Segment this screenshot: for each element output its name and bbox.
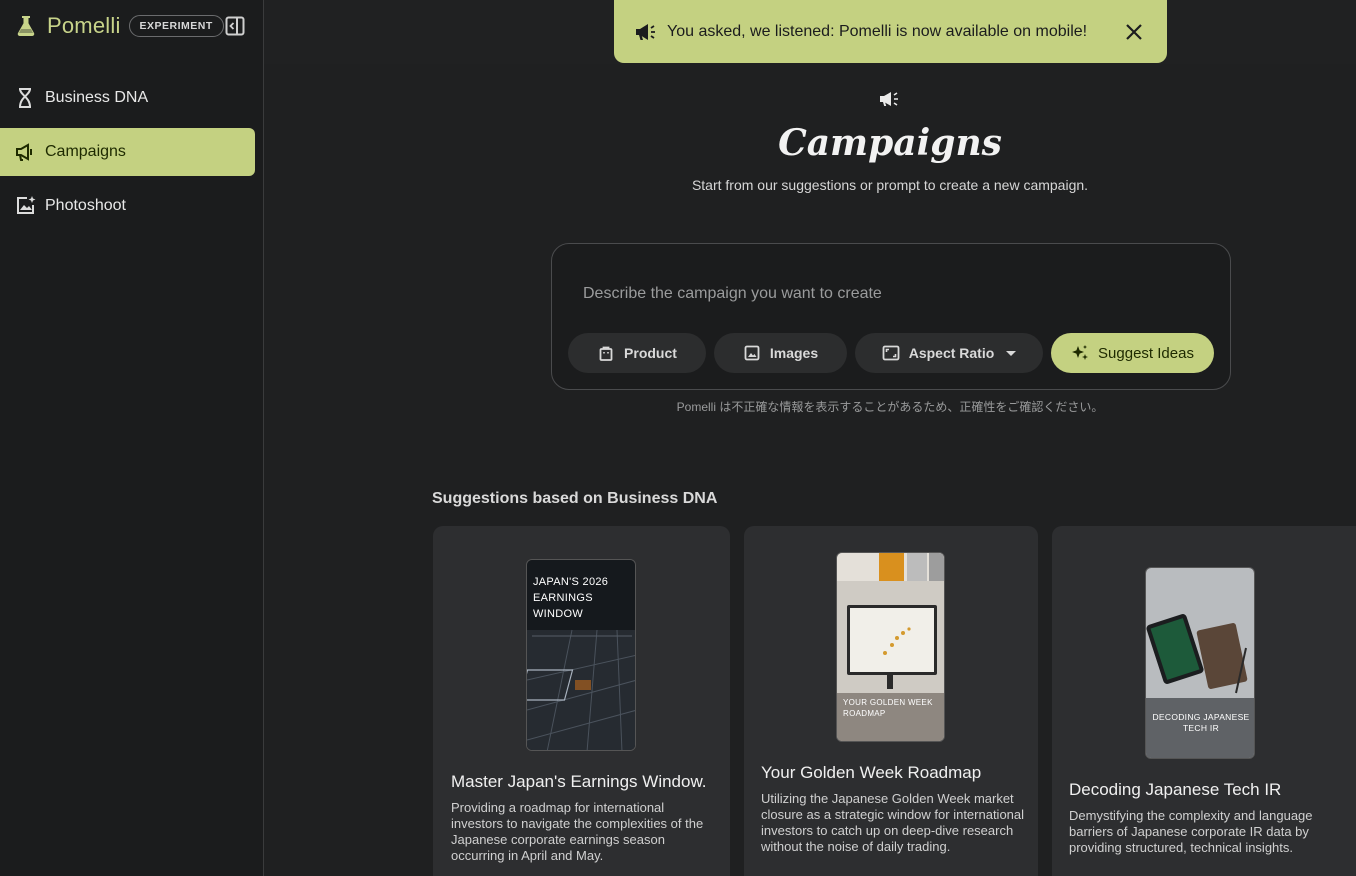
aspect-ratio-label: Aspect Ratio: [908, 345, 995, 361]
dna-icon: [14, 87, 36, 109]
product-button[interactable]: Product: [568, 333, 706, 373]
experiment-badge: EXPERIMENT: [128, 15, 224, 37]
page-subtitle: Start from our suggestions or prompt to …: [691, 177, 1089, 193]
disclaimer-text: Pomelli は不正確な情報を表示することがあるため、正確性をご確認ください。: [676, 400, 1104, 414]
aspect-ratio-icon: [882, 344, 900, 362]
suggest-ideas-label: Suggest Ideas: [1098, 344, 1194, 362]
sidebar-item-business-dna[interactable]: Business DNA: [0, 74, 255, 122]
page-title: Campaigns: [778, 122, 1002, 164]
card-title: Master Japan's Earnings Window.: [451, 772, 707, 791]
suggestion-card[interactable]: DECODING JAPANESE TECH IR Decoding Japan…: [1052, 526, 1356, 876]
campaign-thumbnail: JAPAN'S 2026 EARNINGS WINDOW: [526, 559, 636, 751]
announcement-toast: You asked, we listened: Pomelli is now a…: [614, 0, 1167, 63]
close-icon[interactable]: [1125, 23, 1143, 41]
aspect-ratio-dropdown[interactable]: Aspect Ratio: [855, 333, 1043, 373]
product-button-label: Product: [624, 345, 677, 361]
card-title: Decoding Japanese Tech IR: [1069, 780, 1282, 799]
thumbnail-caption: YOUR GOLDEN WEEK ROADMAP: [843, 698, 933, 718]
suggestion-card[interactable]: JAPAN'S 2026 EARNINGS WINDOW Master Japa…: [433, 526, 730, 876]
brand[interactable]: Pomelli EXPERIMENT: [14, 12, 224, 40]
chevron-down-icon: [1006, 350, 1017, 356]
sidebar-item-campaigns[interactable]: Campaigns: [0, 128, 255, 176]
thumbnail-caption: JAPAN'S 2026 EARNINGS WINDOW: [533, 576, 609, 620]
megaphone-icon: [633, 20, 657, 44]
sparkle-icon: [1071, 344, 1089, 362]
shopping-bag-icon: [597, 344, 615, 362]
image-icon: [743, 344, 761, 362]
app-name: Pomelli: [47, 13, 121, 38]
card-description: Utilizing the Japanese Golden Week marke…: [761, 791, 1025, 854]
sidebar-nav: Business DNA Campaigns Photoshoot: [0, 74, 255, 236]
card-description: Demystifying the complexity and language…: [1069, 808, 1313, 855]
suggestions-heading: Suggestions based on Business DNA: [432, 490, 718, 507]
megaphone-icon: [14, 141, 36, 163]
campaign-prompt-box: Product Images Aspect Ratio Suggest Idea…: [551, 243, 1231, 390]
images-button-label: Images: [769, 345, 819, 361]
toast-message: You asked, we listened: Pomelli is now a…: [667, 22, 1088, 40]
photo-sparkle-icon: [14, 195, 36, 217]
sidebar-item-label: Campaigns: [45, 143, 126, 160]
images-button[interactable]: Images: [714, 333, 847, 373]
sidebar-item-photoshoot[interactable]: Photoshoot: [0, 182, 255, 230]
card-description: Providing a roadmap for international in…: [451, 800, 704, 863]
card-title: Your Golden Week Roadmap: [761, 763, 982, 782]
campaign-prompt-input[interactable]: [583, 282, 1183, 306]
sidebar: Pomelli EXPERIMENT Business DNA Campaign…: [0, 0, 264, 876]
sidebar-item-label: Photoshoot: [45, 197, 126, 214]
collapse-sidebar-icon[interactable]: [224, 15, 246, 37]
suggestion-card[interactable]: YOUR GOLDEN WEEK ROADMAP Your Golden Wee…: [744, 526, 1038, 876]
flask-logo-icon: [14, 14, 38, 38]
sidebar-item-label: Business DNA: [45, 89, 149, 106]
megaphone-icon: [878, 89, 902, 109]
campaign-thumbnail: YOUR GOLDEN WEEK ROADMAP: [836, 552, 945, 742]
thumbnail-caption: DECODING JAPANESE TECH IR: [1152, 712, 1250, 733]
campaign-thumbnail: DECODING JAPANESE TECH IR: [1145, 567, 1255, 759]
suggest-ideas-button[interactable]: Suggest Ideas: [1051, 333, 1214, 373]
